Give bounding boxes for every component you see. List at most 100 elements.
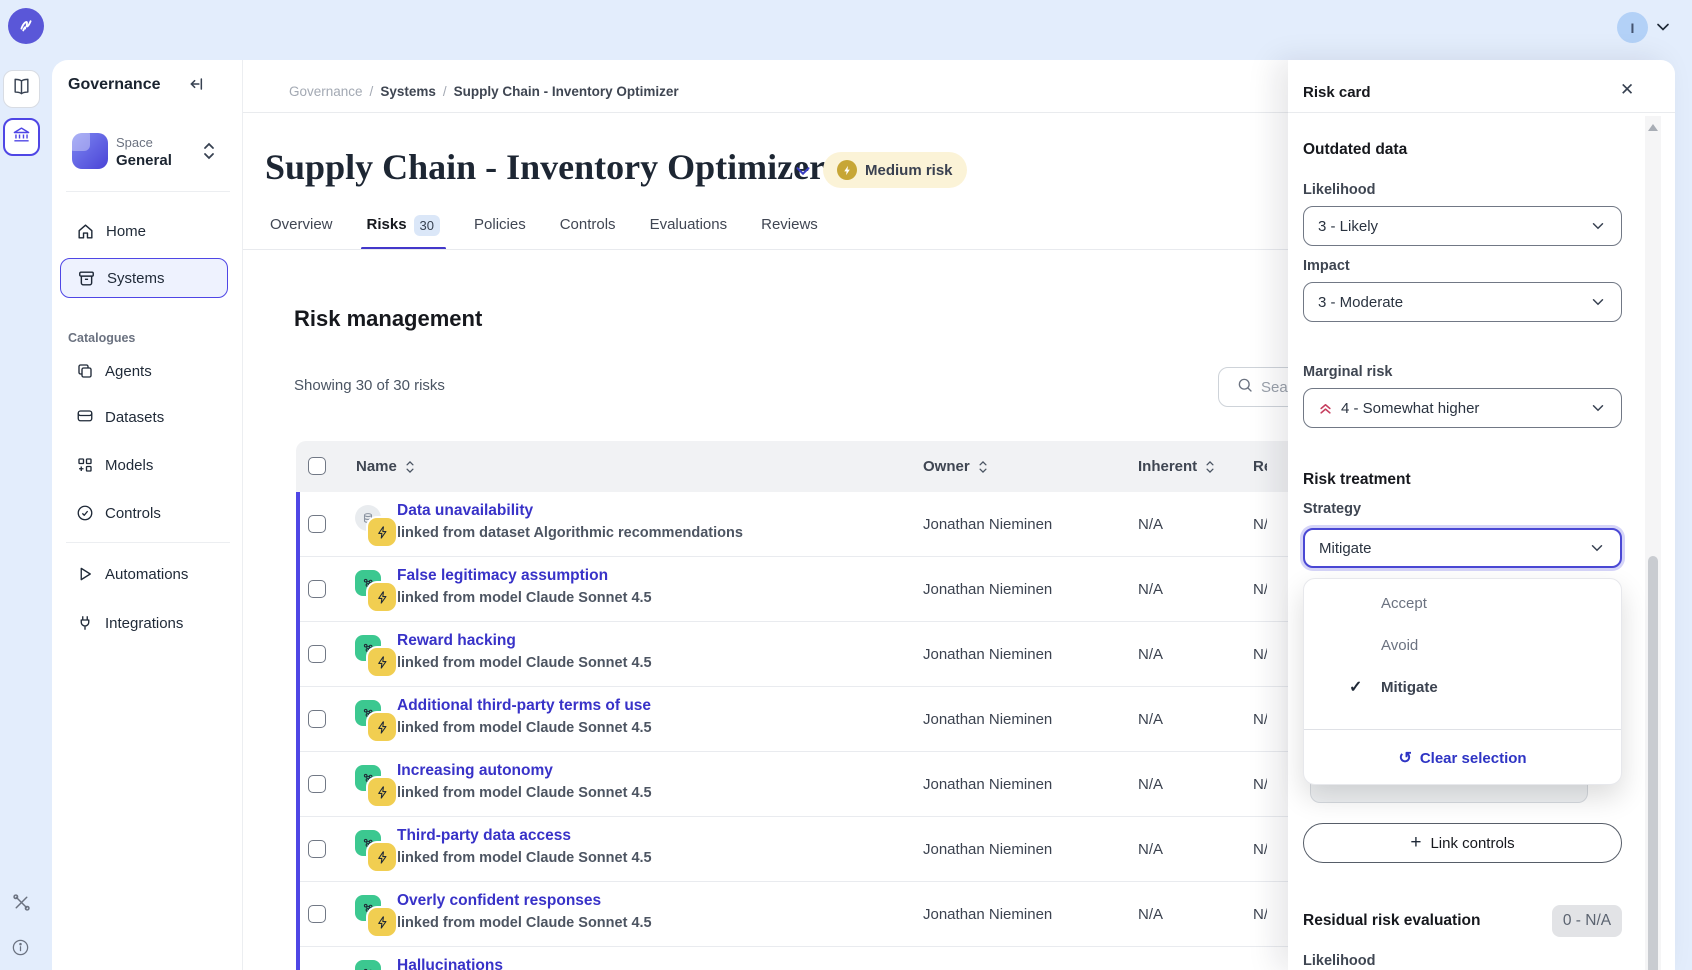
info-icon[interactable]: [11, 938, 30, 962]
marginal-risk-label: Marginal risk: [1303, 364, 1392, 380]
sidebar-collapse-icon[interactable]: [188, 74, 208, 99]
space-avatar[interactable]: [72, 133, 108, 169]
column-header-inherent[interactable]: Inherent: [1138, 441, 1216, 492]
owner-cell: Jonathan Nieminen: [923, 882, 1052, 947]
impact-label: Impact: [1303, 258, 1350, 274]
column-header-name[interactable]: Name: [356, 441, 416, 492]
row-accent-bar: [296, 817, 300, 882]
inherent-cell: N/A: [1138, 752, 1163, 817]
sidebar-item-automations[interactable]: Automations: [60, 555, 228, 593]
menu-option-avoid[interactable]: Avoid: [1304, 625, 1621, 667]
risk-name-link[interactable]: Reward hacking: [397, 632, 516, 650]
section-heading: Risk management: [294, 306, 482, 332]
menu-option-accept[interactable]: Accept: [1304, 583, 1621, 625]
strategy-select[interactable]: Mitigate: [1303, 528, 1622, 568]
database-stack-icon: [76, 408, 94, 426]
owner-cell: Jonathan Nieminen: [923, 752, 1052, 817]
checkmark-icon: ✓: [1349, 667, 1362, 709]
column-header-owner[interactable]: Owner: [923, 441, 989, 492]
sidebar-item-datasets[interactable]: Datasets: [60, 398, 228, 436]
risk-bolt-icon: [368, 713, 396, 741]
chevron-down-icon: [1589, 293, 1607, 311]
sort-icon[interactable]: [1204, 459, 1216, 475]
row-checkbox[interactable]: [308, 580, 326, 598]
risk-card-drawer: Risk card ✕ Outdated data Likelihood 3 -…: [1288, 60, 1675, 970]
link-controls-button[interactable]: + Link controls: [1303, 823, 1622, 863]
scroll-up-arrow[interactable]: [1648, 124, 1658, 131]
risk-bolt-icon: [368, 843, 396, 871]
risk-bolt-icon: [368, 518, 396, 546]
residual-evaluation-label: Residual risk evaluation: [1303, 912, 1480, 930]
space-label: Space: [116, 135, 153, 150]
row-checkbox[interactable]: [308, 710, 326, 728]
owner-cell: Jonathan Nieminen: [923, 947, 1052, 970]
likelihood-select[interactable]: 3 - Likely: [1303, 206, 1622, 246]
owner-cell: Jonathan Nieminen: [923, 492, 1052, 557]
risk-treatment-heading: Risk treatment: [1303, 471, 1411, 489]
marginal-risk-select[interactable]: 4 - Somewhat higher: [1303, 388, 1622, 428]
residual-cell: N/A: [1253, 492, 1267, 557]
docs-rail-button[interactable]: [3, 70, 40, 108]
breadcrumb-current: Supply Chain - Inventory Optimizer: [454, 84, 679, 99]
tab-risks[interactable]: Risks 30: [365, 200, 443, 250]
owner-cell: Jonathan Nieminen: [923, 557, 1052, 622]
scrollbar-thumb[interactable]: [1648, 556, 1658, 970]
close-icon[interactable]: ✕: [1620, 80, 1634, 100]
risk-name-link[interactable]: Increasing autonomy: [397, 762, 553, 780]
sidebar-item-label: Home: [106, 223, 146, 240]
tab-reviews[interactable]: Reviews: [759, 200, 820, 250]
risk-name-link[interactable]: Third-party data access: [397, 827, 571, 845]
owner-cell: Jonathan Nieminen: [923, 687, 1052, 752]
sidebar-item-integrations[interactable]: Integrations: [60, 604, 228, 642]
breadcrumb-section[interactable]: Systems: [380, 84, 436, 99]
impact-select[interactable]: 3 - Moderate: [1303, 282, 1622, 322]
risk-linked-from: linked from model Claude Sonnet 4.5: [397, 720, 652, 736]
clear-selection-button[interactable]: ↺ Clear selection: [1304, 730, 1621, 786]
select-all-checkbox[interactable]: [308, 457, 326, 475]
risk-name-link[interactable]: Additional third-party terms of use: [397, 697, 651, 715]
owner-cell: Jonathan Nieminen: [923, 622, 1052, 687]
column-header-residual[interactable]: Residual: [1253, 441, 1267, 492]
menu-option-mitigate[interactable]: ✓ Mitigate: [1304, 667, 1621, 709]
plus-icon: +: [1410, 832, 1421, 854]
account-chevron-down-icon[interactable]: [1653, 17, 1673, 42]
sidebar-divider: [242, 60, 243, 970]
sidebar-item-agents[interactable]: Agents: [60, 352, 228, 390]
risk-name-link[interactable]: Data unavailability: [397, 502, 533, 520]
title-chevron-down-icon[interactable]: [792, 160, 814, 187]
tab-evaluations[interactable]: Evaluations: [648, 200, 730, 250]
governance-rail-button[interactable]: [3, 118, 40, 156]
row-accent-bar: [296, 557, 300, 622]
copy-icon: [76, 362, 94, 380]
row-accent-bar: [296, 687, 300, 752]
row-accent-bar: [296, 492, 300, 557]
row-checkbox[interactable]: [308, 645, 326, 663]
row-checkbox[interactable]: [308, 515, 326, 533]
sidebar-item-systems[interactable]: Systems: [60, 258, 228, 298]
drawer-scrollbar[interactable]: [1645, 116, 1661, 970]
row-checkbox[interactable]: [308, 775, 326, 793]
space-switcher-icon[interactable]: [202, 140, 216, 167]
risk-name-link[interactable]: Overly confident responses: [397, 892, 601, 910]
tab-overview[interactable]: Overview: [268, 200, 335, 250]
row-checkbox[interactable]: [308, 905, 326, 923]
residual-cell: N/A: [1253, 947, 1267, 970]
row-checkbox[interactable]: [308, 840, 326, 858]
sort-icon[interactable]: [404, 459, 416, 475]
sidebar-item-home[interactable]: Home: [60, 212, 228, 250]
tab-controls[interactable]: Controls: [558, 200, 618, 250]
user-avatar[interactable]: I: [1617, 12, 1648, 43]
sort-icon[interactable]: [977, 459, 989, 475]
tab-policies[interactable]: Policies: [472, 200, 528, 250]
risk-name-link[interactable]: Hallucinations: [397, 957, 503, 970]
tools-icon[interactable]: [11, 892, 32, 918]
sidebar-item-models[interactable]: Models: [60, 446, 228, 484]
risk-name-link[interactable]: False legitimacy assumption: [397, 567, 608, 585]
inherent-cell: N/A: [1138, 557, 1163, 622]
sidebar-item-controls[interactable]: Controls: [60, 494, 228, 532]
app-root: I Governance Space General: [0, 0, 1692, 970]
app-logo[interactable]: [8, 8, 44, 44]
breadcrumb-root[interactable]: Governance: [289, 84, 363, 99]
risk-linked-from: linked from dataset Algorithmic recommen…: [397, 525, 743, 541]
tab-bar: Overview Risks 30 Policies Controls Eval…: [268, 200, 820, 250]
